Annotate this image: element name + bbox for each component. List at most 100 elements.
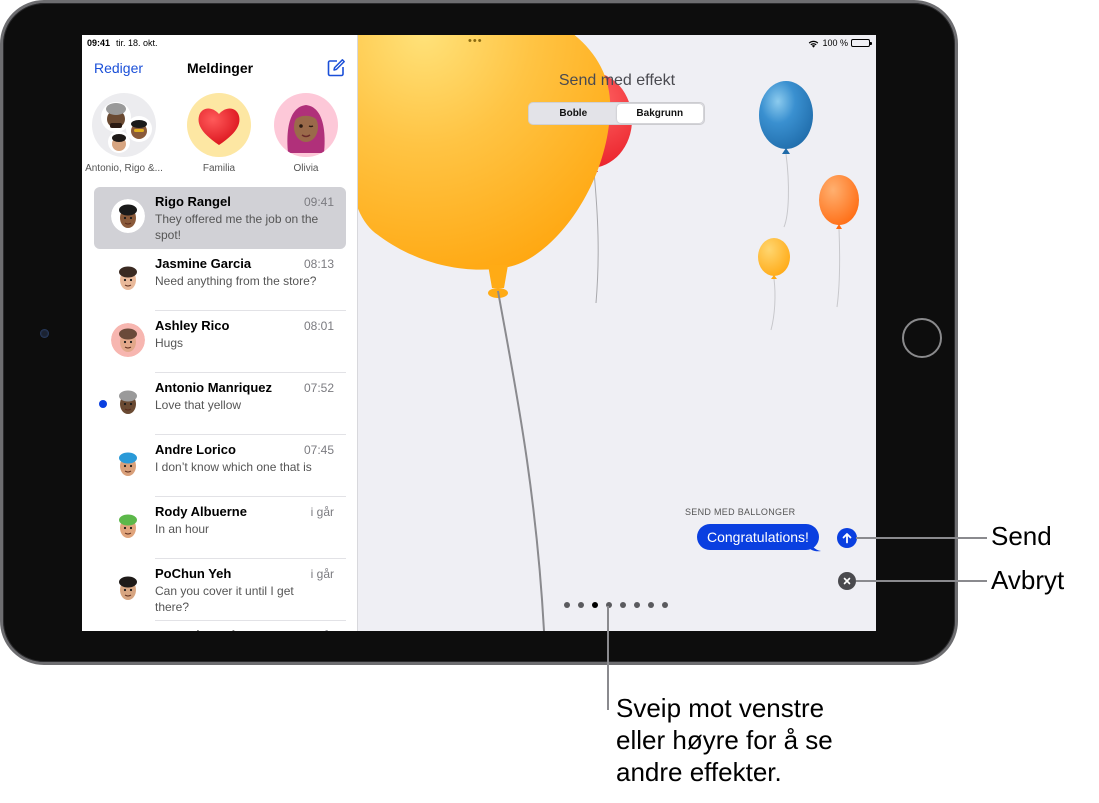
memoji-avatar-icon: [111, 199, 145, 233]
conversation-sidebar: Rediger Meldinger Antonio, Rigo &... Fam…: [82, 35, 358, 631]
cancel-callout: Avbryt: [991, 565, 1065, 595]
effect-name-label: SEND MED BALLONGER: [685, 507, 796, 517]
blue-balloon: [759, 81, 813, 228]
conversation-row[interactable]: Ashley Rico 08:01 Hugs: [94, 311, 346, 373]
compose-icon[interactable]: [326, 58, 346, 78]
pinned-conversations: Antonio, Rigo &... Familia Olivia: [82, 93, 357, 183]
contact-name: Antonio Manriquez: [155, 380, 272, 395]
tab-bubble[interactable]: Boble: [530, 104, 617, 123]
contact-name: Rigo Rangel: [155, 194, 231, 209]
contact-name: Manuel Batal: [155, 628, 235, 631]
message-preview: Can you cover it until I get there?: [155, 584, 294, 614]
tab-background[interactable]: Bakgrunn: [616, 104, 703, 123]
pinned-familia[interactable]: Familia: [174, 93, 264, 174]
message-effect-area: Send med effekt Boble Bakgrunn SEND MED …: [358, 35, 876, 631]
small-yellow-balloon: [758, 238, 790, 331]
home-button[interactable]: [902, 318, 942, 358]
familia-avatar: [187, 93, 251, 157]
contact-name: Rody Albuerne: [155, 504, 247, 519]
message-time: i går: [310, 567, 334, 581]
contact-name: Andre Lorico: [155, 442, 236, 457]
effect-page-indicator[interactable]: [564, 602, 668, 608]
swipe-callout-line-1: Sveip mot venstre: [616, 693, 825, 723]
avatar: [111, 447, 145, 481]
message-preview: Love that yellow: [155, 398, 242, 412]
conversation-row[interactable]: Manuel Batal i går: [94, 621, 346, 631]
memoji-avatar-icon: [111, 447, 145, 481]
message-preview: Hugs: [155, 336, 184, 350]
page-dot[interactable]: [662, 602, 668, 608]
avatar: [111, 385, 145, 419]
message-time: 09:41: [303, 195, 334, 209]
front-camera: [40, 329, 49, 338]
ipad-screen: 09:41 tir. 18. okt. ••• 100 % Rediger Me…: [82, 35, 876, 631]
swipe-callout: Sveip mot venstre eller høyre for å se a…: [616, 692, 833, 788]
cancel-callout-line: [856, 580, 987, 582]
message-time: 08:13: [303, 257, 334, 271]
status-date: tir. 18. okt.: [116, 38, 158, 48]
contact-name: Ashley Rico: [155, 318, 230, 333]
multitasking-dots-icon[interactable]: •••: [468, 35, 483, 47]
swipe-callout-line-3: andre effekter.: [616, 757, 782, 787]
wifi-icon: [809, 40, 819, 48]
message-time: i går: [310, 505, 334, 519]
message-bubble: Congratulations!: [697, 524, 819, 550]
olivia-avatar: [274, 93, 338, 157]
pinned-group-antonio-rigo[interactable]: Antonio, Rigo &...: [82, 93, 169, 174]
page-dot[interactable]: [592, 602, 598, 608]
conversation-row[interactable]: Jasmine Garcia 08:13 Need anything from th…: [94, 249, 346, 311]
message-time: 07:45: [303, 443, 334, 457]
swipe-callout-line: [607, 606, 609, 710]
message-time: 08:01: [303, 319, 334, 333]
memoji-avatar-icon: [111, 385, 145, 419]
effect-type-segmented-control: Boble Bakgrunn: [528, 102, 705, 125]
effect-title: Send med effekt: [558, 72, 676, 89]
send-callout-line: [856, 537, 987, 539]
unread-indicator: [99, 400, 107, 408]
conversation-row[interactable]: PoChun Yeh i går Can you cover it until I …: [94, 559, 346, 621]
send-button[interactable]: [837, 528, 857, 548]
page-dot[interactable]: [648, 602, 654, 608]
heart-icon: [198, 108, 240, 145]
memoji-avatar-icon: [111, 509, 145, 543]
battery-icon: [851, 39, 872, 47]
orange-balloon: [819, 175, 859, 308]
status-time: 09:41: [87, 38, 111, 48]
conversation-row[interactable]: Antonio Manriquez 07:52 Love that yellow: [94, 373, 346, 435]
avatar: [111, 509, 145, 543]
message-preview: I don’t know which one that is: [155, 460, 312, 474]
pinned-olivia[interactable]: Olivia: [261, 93, 351, 174]
page-dot[interactable]: [620, 602, 626, 608]
avatar: [111, 323, 145, 357]
page-dot[interactable]: [564, 602, 570, 608]
send-callout: Send: [991, 521, 1052, 551]
swipe-callout-line-2: eller høyre for å se: [616, 725, 833, 755]
edit-button[interactable]: Rediger: [94, 60, 143, 76]
memoji-avatar-icon: [111, 323, 145, 357]
group-avatar: [92, 93, 156, 157]
contact-name: PoChun Yeh: [155, 566, 232, 581]
pin-label: Olivia: [293, 163, 319, 174]
status-indicators: 100 %: [808, 38, 872, 48]
message-time: i går: [311, 629, 334, 631]
cancel-button[interactable]: [838, 572, 856, 590]
olivia-memoji-icon: [287, 105, 325, 153]
page-dot[interactable]: [578, 602, 584, 608]
battery-percent: 100 %: [822, 38, 848, 48]
conversation-row[interactable]: Rigo Rangel 09:41 They offered me the job …: [94, 187, 346, 249]
status-bar: 09:41 tir. 18. okt. ••• 100 %: [82, 35, 876, 51]
message-preview: In an hour: [155, 522, 210, 536]
message-preview: They offered me the job on the spot!: [155, 212, 319, 242]
avatar: [111, 571, 145, 605]
memoji-avatar-icon: [111, 571, 145, 605]
group-memoji-icon: [101, 102, 152, 153]
close-icon: [843, 577, 851, 585]
memoji-avatar-icon: [111, 261, 145, 295]
contact-name: Jasmine Garcia: [155, 256, 252, 271]
arrow-up-icon: [842, 533, 852, 544]
conversation-list: Rigo Rangel 09:41 They offered me the job …: [82, 187, 357, 631]
conversation-row[interactable]: Andre Lorico 07:45 I don’t know which one …: [94, 435, 346, 497]
page-dot[interactable]: [634, 602, 640, 608]
conversation-row[interactable]: Rody Albuerne i går In an hour: [94, 497, 346, 559]
pin-label: Familia: [202, 163, 236, 174]
